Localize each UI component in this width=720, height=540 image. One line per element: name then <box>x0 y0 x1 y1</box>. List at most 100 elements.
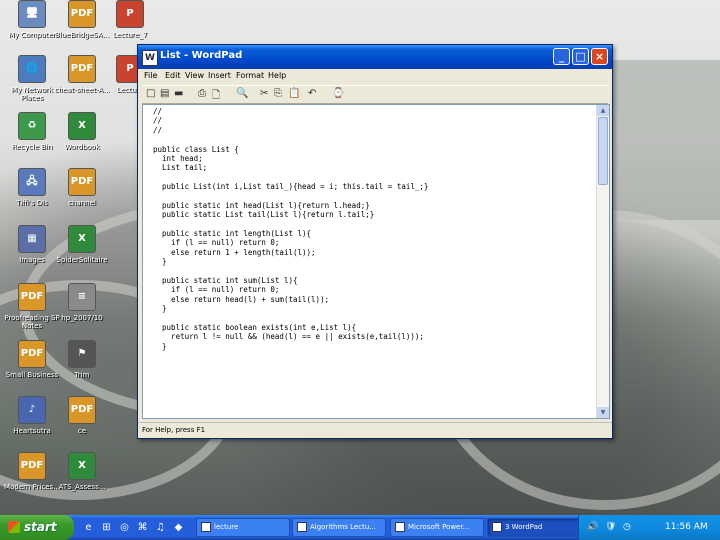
clock-time[interactable]: 11:56 AM <box>665 522 708 532</box>
file-icon: ⚑ <box>68 340 96 368</box>
file-icon: PDF <box>18 340 46 368</box>
desktop-icon[interactable]: X Wordbook <box>50 112 114 151</box>
desktop-icon-label: Wordbook <box>64 143 100 151</box>
document-line: return l != null && (head(l) == e || exi… <box>153 332 424 342</box>
document-line: } <box>153 304 167 314</box>
status-bar: For Help, press F1 <box>138 422 612 437</box>
desktop-icon-label: hp_2007/10 <box>61 314 103 322</box>
vertical-scrollbar[interactable]: ▲ ▼ <box>596 105 609 418</box>
document-area[interactable]: //////public class List { int head; List… <box>142 104 610 419</box>
document-line: public static int length(List l){ <box>153 229 312 239</box>
menu-item-edit[interactable]: Edit <box>165 71 181 80</box>
save-icon[interactable]: ▬ <box>174 88 183 99</box>
show-desktop-icon[interactable]: ⊞ <box>100 521 113 534</box>
taskbar-button[interactable]: Microsoft Power... <box>390 518 484 537</box>
menu-item-help[interactable]: Help <box>268 71 286 80</box>
find-icon[interactable]: 🔍 <box>236 88 248 99</box>
desktop-icon[interactable]: ≡ hp_2007/10 <box>50 283 114 322</box>
paste-icon[interactable]: 📋 <box>288 88 300 99</box>
document-line: int head; <box>153 153 203 163</box>
document-line: else return head(l) + sum(tail(l)); <box>153 294 330 304</box>
document-line: public static int sum(List l){ <box>153 276 298 286</box>
taskbar-button-label: lecture <box>214 523 239 531</box>
task-app-icon <box>395 522 405 532</box>
document-line: public static List tail(List l){return l… <box>153 210 375 220</box>
desktop-icon-label: SpiderSolitaire <box>56 256 108 264</box>
document-line: // <box>153 125 163 135</box>
desktop-icon[interactable]: ⚑ Trim <box>50 340 114 379</box>
print-icon[interactable]: ⎙ <box>198 88 206 99</box>
start-button[interactable]: start <box>0 515 74 540</box>
task-app-icon <box>297 522 307 532</box>
desktop-icon[interactable]: X ATS_Assess... <box>50 452 114 491</box>
scroll-thumb[interactable] <box>598 117 608 185</box>
desktop-icon-label: Trim <box>74 371 90 379</box>
menu-item-file[interactable]: File <box>144 71 157 80</box>
document-line: // <box>153 116 163 126</box>
desktop-icon[interactable]: PDF channel <box>50 168 114 207</box>
wordpad-window[interactable]: W List - WordPad _ □ × File Edit View Inser… <box>137 44 613 439</box>
desktop-icon-label: ATS_Assess... <box>58 483 106 491</box>
window-title: List - WordPad <box>160 50 243 61</box>
scroll-up-arrow-icon[interactable]: ▲ <box>597 105 609 116</box>
desktop-icon[interactable]: PDF ce <box>50 396 114 435</box>
scroll-down-arrow-icon[interactable]: ▼ <box>597 407 609 418</box>
document-line: } <box>153 257 167 267</box>
file-icon: X <box>68 452 96 480</box>
windows-logo-icon <box>8 521 20 533</box>
document-line: if (l == null) return 0; <box>153 238 280 248</box>
music-icon[interactable]: ♫ <box>154 521 167 534</box>
document-line: // <box>153 107 163 116</box>
wordpad-icon: W <box>142 50 158 66</box>
document-text[interactable]: //////public class List { int head; List… <box>153 107 593 351</box>
internet-explorer-icon[interactable]: e <box>82 521 95 534</box>
taskbar-button[interactable]: Algorithms Lectu... <box>292 518 386 537</box>
taskbar-button-label: Microsoft Power... <box>408 523 470 531</box>
print-preview-icon[interactable]: 🗋 <box>212 88 220 105</box>
file-icon: ≡ <box>68 283 96 311</box>
taskbar-button[interactable]: lecture <box>196 518 290 537</box>
file-icon: ♻ <box>18 112 46 140</box>
menu-bar: File Edit View Insert Format Help <box>138 69 612 84</box>
windows-explorer-icon[interactable]: ⌘ <box>136 521 149 534</box>
maximize-button[interactable]: □ <box>572 48 589 65</box>
cut-icon[interactable]: ✂ <box>260 88 268 99</box>
taskbar-button[interactable]: 3 WordPad <box>487 518 581 537</box>
undo-icon[interactable]: ↶ <box>308 88 316 99</box>
security-shield-icon[interactable]: 🛡 <box>605 522 616 532</box>
menu-item-insert[interactable]: Insert <box>208 71 231 80</box>
close-button[interactable]: × <box>591 48 608 65</box>
copy-icon[interactable]: ⎘ <box>274 88 282 99</box>
minimize-button[interactable]: _ <box>553 48 570 65</box>
title-bar[interactable]: W List - WordPad _ □ × <box>138 45 612 69</box>
media-player-icon[interactable]: ◎ <box>118 521 131 534</box>
app-icon[interactable]: ◆ <box>172 521 185 534</box>
status-text: For Help, press F1 <box>142 426 206 434</box>
file-icon: PDF <box>18 283 46 311</box>
open-icon[interactable]: ▤ <box>160 88 169 99</box>
system-tray: 🔊 🛡 ◷ 11:56 AM <box>578 515 720 540</box>
menu-item-view[interactable]: View <box>185 71 204 80</box>
taskbar-button-label: Algorithms Lectu... <box>310 523 376 531</box>
taskbar: start e ⊞ ◎ ⌘ ♫ ◆ lecture Algorithms Lectu... M… <box>0 515 720 540</box>
file-icon: PDF <box>18 452 46 480</box>
file-icon: PDF <box>68 55 96 83</box>
file-icon: 🖥 <box>18 0 46 28</box>
taskbar-button-label: 3 WordPad <box>505 523 543 531</box>
file-icon: X <box>68 225 96 253</box>
task-app-icon <box>492 522 502 532</box>
menu-item-format[interactable]: Format <box>236 71 264 80</box>
date-time-icon[interactable]: ⌚ <box>332 88 344 99</box>
document-line: public class List { <box>153 144 239 154</box>
desktop-icon[interactable]: P Lecture_7 <box>98 0 162 39</box>
desktop-icon[interactable]: X SpiderSolitaire <box>50 225 114 264</box>
clock-icon[interactable]: ◷ <box>623 522 631 532</box>
new-icon[interactable]: □ <box>146 88 155 99</box>
start-label: start <box>24 520 57 534</box>
volume-icon[interactable]: 🔊 <box>587 522 598 532</box>
